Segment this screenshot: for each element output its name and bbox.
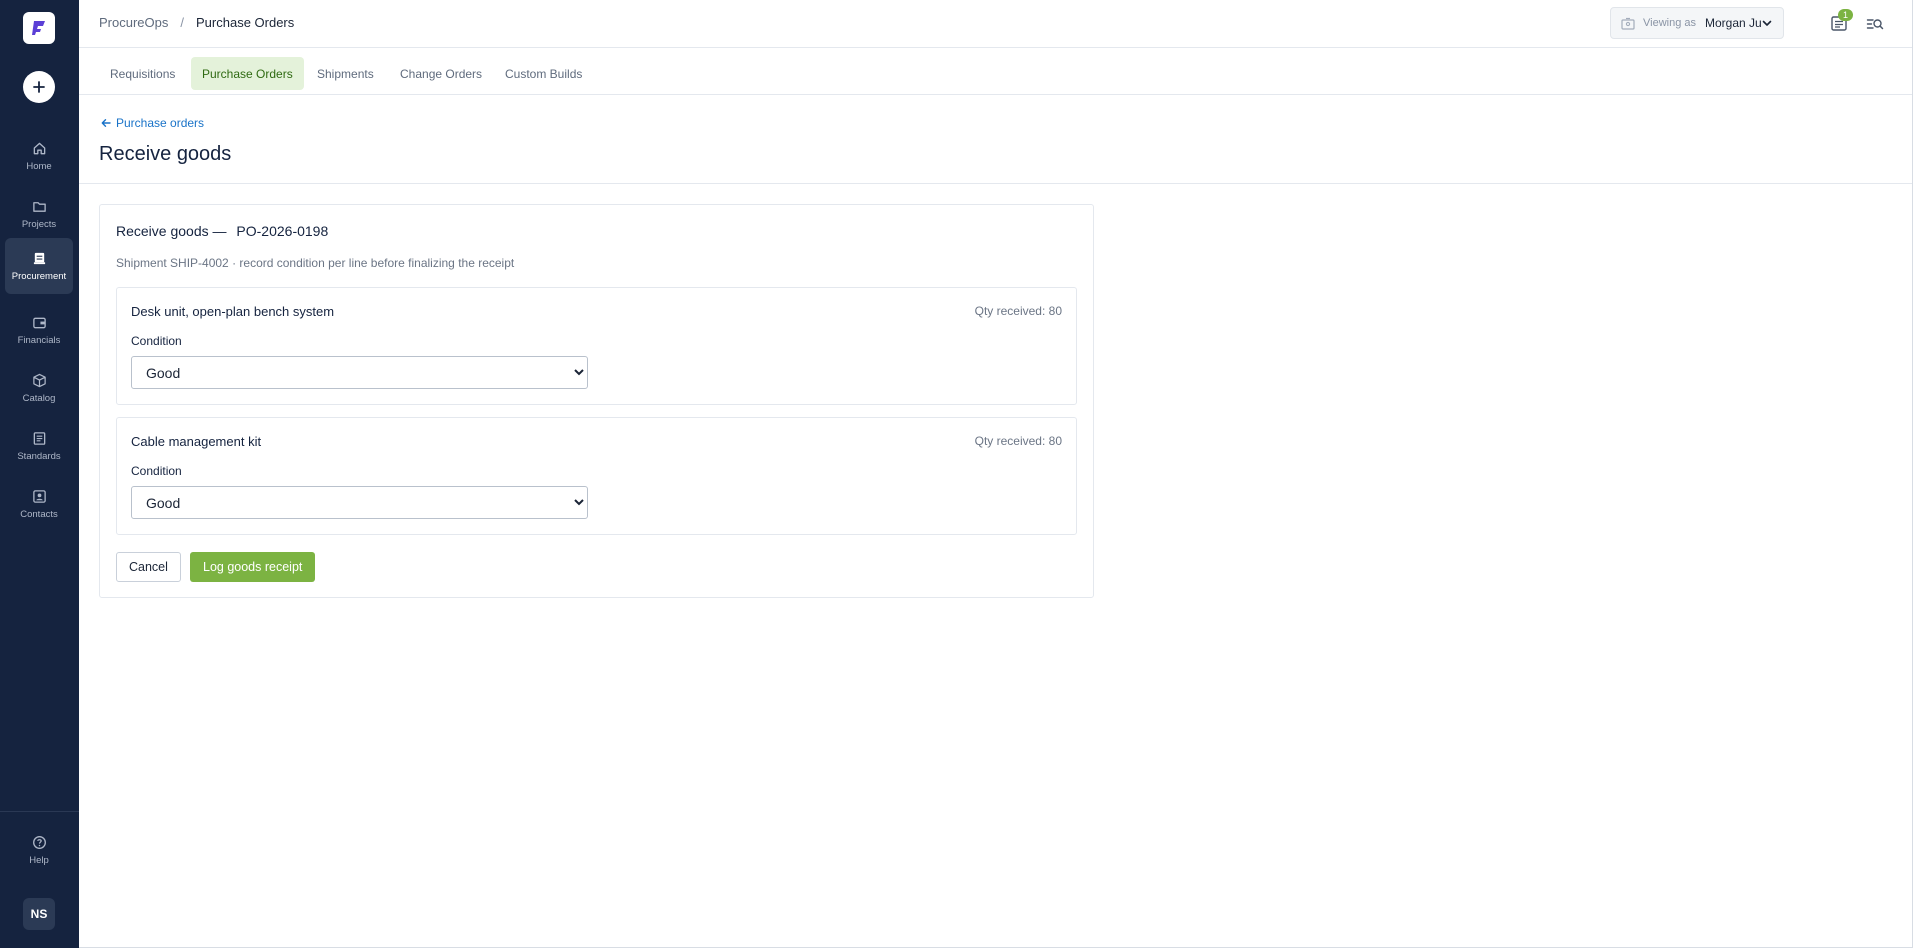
sidebar-item-label: Procurement — [11, 271, 67, 282]
help-icon — [31, 834, 47, 850]
page-divider — [79, 183, 1913, 184]
back-link-label: Purchase orders — [116, 116, 205, 130]
wallet-icon — [31, 314, 47, 330]
qty-received: Qty received: 80 — [974, 304, 1062, 318]
tab-custom-builds[interactable]: Custom Builds — [494, 57, 593, 90]
sidebar-item-label: Financials — [17, 335, 61, 346]
add-button[interactable] — [23, 71, 55, 103]
user-switch-icon — [1621, 17, 1635, 30]
line-item-name: Desk unit, open-plan bench system — [131, 304, 335, 319]
breadcrumb-separator: / — [180, 15, 184, 30]
brand-logo-icon[interactable] — [23, 12, 55, 44]
condition-label: Condition — [131, 464, 182, 478]
sidebar-item-financials[interactable]: Financials — [5, 302, 73, 358]
sidebar-item-procurement[interactable]: Procurement — [5, 238, 73, 294]
viewing-as-selector[interactable]: Viewing as Morgan Ju — [1610, 7, 1784, 39]
arrow-left-icon — [101, 119, 111, 127]
line-item-name: Cable management kit — [131, 434, 262, 449]
tab-purchase-orders[interactable]: Purchase Orders — [191, 57, 304, 90]
card-subtitle: Shipment SHIP-4002 · record condition pe… — [116, 256, 515, 270]
contact-card-icon — [31, 488, 47, 504]
breadcrumb: ProcureOps / Purchase Orders — [99, 15, 294, 30]
viewing-as-label: Viewing as — [1643, 17, 1696, 29]
log-goods-receipt-button[interactable]: Log goods receipt — [190, 552, 316, 582]
notification-badge: 1 — [1838, 9, 1853, 21]
sidebar-item-home[interactable]: Home — [5, 128, 73, 184]
tab-bar: Requisitions Purchase Orders Shipments C… — [79, 48, 1913, 95]
sidebar-item-contacts[interactable]: Contacts — [5, 476, 73, 532]
plus-icon — [33, 81, 45, 93]
condition-label: Condition — [131, 334, 182, 348]
sidebar-divider — [0, 811, 79, 812]
sidebar-item-projects[interactable]: Projects — [5, 186, 73, 242]
condition-select[interactable]: Good — [131, 356, 588, 389]
chevron-down-icon — [1762, 20, 1772, 26]
sidebar-item-label: Home — [26, 161, 52, 172]
search-list-icon — [1866, 19, 1884, 30]
avatar[interactable]: NS — [23, 898, 55, 930]
breadcrumb-root[interactable]: ProcureOps — [99, 15, 168, 30]
sidebar-item-label: Standards — [17, 451, 61, 462]
tab-change-orders[interactable]: Change Orders — [389, 57, 493, 90]
sidebar-item-label: Catalog — [22, 393, 56, 404]
condition-select[interactable]: Good — [131, 486, 588, 519]
search-list-button[interactable] — [1866, 15, 1884, 33]
tab-shipments[interactable]: Shipments — [306, 57, 385, 90]
card-title-prefix: Receive goods — — [116, 223, 227, 239]
cancel-button[interactable]: Cancel — [116, 552, 181, 582]
procurement-icon — [31, 250, 47, 266]
line-item: Desk unit, open-plan bench system Qty re… — [116, 287, 1077, 405]
receive-goods-card: Receive goods — PO-2026-0198 Shipment SH… — [99, 204, 1094, 598]
po-number: PO-2026-0198 — [236, 223, 329, 239]
back-link[interactable]: Purchase orders — [100, 116, 204, 130]
sidebar: Home Projects Procurement Financials Cat… — [0, 0, 79, 948]
sidebar-item-catalog[interactable]: Catalog — [5, 360, 73, 416]
home-icon — [31, 140, 47, 156]
folder-icon — [31, 198, 47, 214]
qty-received: Qty received: 80 — [974, 434, 1062, 448]
sidebar-item-standards[interactable]: Standards — [5, 418, 73, 474]
viewing-as-name: Morgan Ju — [1705, 16, 1762, 30]
sidebar-item-label: Contacts — [20, 509, 58, 520]
sidebar-item-label: Projects — [21, 219, 57, 230]
breadcrumb-current: Purchase Orders — [196, 15, 295, 30]
sidebar-item-help[interactable]: Help — [5, 822, 73, 878]
sidebar-item-label: Help — [29, 855, 49, 866]
page-title: Receive goods — [99, 143, 232, 165]
cube-icon — [31, 372, 47, 388]
tab-requisitions[interactable]: Requisitions — [99, 57, 186, 90]
card-title: Receive goods — PO-2026-0198 — [116, 223, 328, 239]
line-item: Cable management kit Qty received: 80 Co… — [116, 417, 1077, 535]
document-icon — [31, 430, 47, 446]
